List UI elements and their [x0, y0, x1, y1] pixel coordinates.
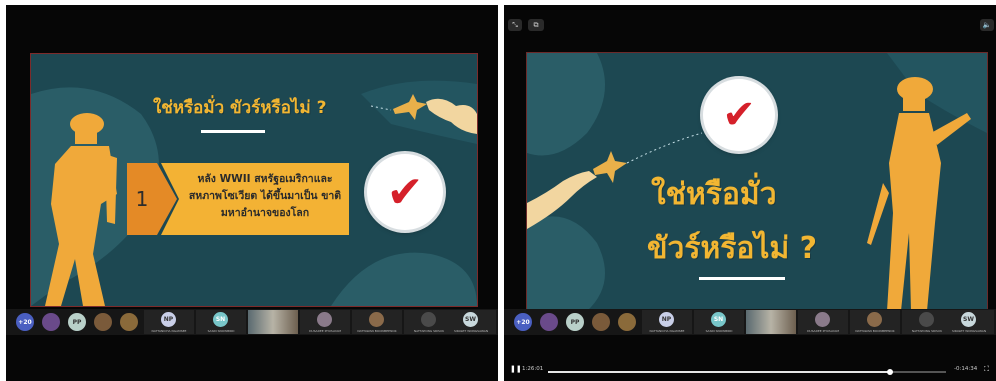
- participant-avatar[interactable]: [120, 313, 138, 331]
- avatar: NP: [161, 312, 176, 327]
- more-participants-badge[interactable]: +20: [514, 313, 532, 331]
- title-underline: [699, 277, 785, 280]
- participant-tile[interactable]: NATTAWAN BOONMEENOK: [850, 310, 900, 334]
- participant-tile[interactable]: DUSADEE PHUSAYAM: [798, 310, 848, 334]
- slide-title: ใช่หรือมั่ว ขัวร์หรือไม่ ?: [153, 98, 327, 118]
- avatar: NP: [659, 312, 674, 327]
- participant-avatar[interactable]: [592, 313, 610, 331]
- check-circle: ✔: [703, 79, 775, 151]
- participant-name: DUSADEE PHUSAYAM: [807, 329, 839, 333]
- participant-tile[interactable]: SN SASIN SNOWBIRD: [196, 310, 246, 334]
- participant-tile[interactable]: SW SIRAWIT WONGSAWAN: [446, 310, 496, 334]
- participant-avatar[interactable]: [540, 313, 558, 331]
- participant-tile[interactable]: NATTAWAN BOONMEENOK: [352, 310, 402, 334]
- participant-avatar[interactable]: [42, 313, 60, 331]
- participant-strip: +20 PP NP NATTANICHA NGAMSEE SN SASIN SN…: [6, 309, 498, 335]
- participant-video-tile[interactable]: [746, 310, 796, 334]
- check-mark-icon: ✔: [722, 92, 756, 138]
- question-number: 1: [127, 163, 157, 235]
- more-participants-badge[interactable]: +20: [16, 313, 34, 331]
- question-box: 1 หลัง WWII สหรัฐอเมริกาและ สหภาพโซเวียต…: [127, 163, 349, 235]
- video-player-controls: ❚❚ 1:26:01 -0:14:34 ⛶: [504, 363, 996, 381]
- avatar: [919, 312, 934, 327]
- avatar: SW: [961, 312, 976, 327]
- check-circle: ✔: [367, 154, 443, 230]
- title-underline: [201, 130, 265, 133]
- avatar: [815, 312, 830, 327]
- expand-icon[interactable]: ⤡: [508, 19, 522, 31]
- participant-name: NATTANICHA NGAMSEE: [649, 329, 685, 333]
- slide-title-line-1: ใช่หรือมั่ว: [651, 177, 777, 212]
- participant-avatar[interactable]: [94, 313, 112, 331]
- fullscreen-button[interactable]: ⛶: [984, 365, 989, 374]
- avatar: [421, 312, 436, 327]
- participant-name: NATTAWAN BOONMEENOK: [357, 329, 397, 333]
- avatar: [317, 312, 332, 327]
- question-text: หลัง WWII สหรัฐอเมริกาและ สหภาพโซเวียต ไ…: [188, 173, 342, 219]
- participant-name: SASIN SNOWBIRD: [705, 329, 733, 333]
- check-mark-icon: ✔: [386, 166, 424, 218]
- participant-tile[interactable]: DUSADEE PHUSAYAM: [300, 310, 350, 334]
- participant-strip: +20 PP NP NATTANICHA NGAMSEE SN SASIN SN…: [504, 309, 996, 335]
- volume-icon[interactable]: 🔈: [980, 19, 994, 31]
- avatar: [369, 312, 384, 327]
- participant-avatar[interactable]: [618, 313, 636, 331]
- elapsed-time: 1:26:01: [522, 366, 544, 372]
- participant-name: NATTAWAN BOONMEENOK: [855, 329, 895, 333]
- pause-button[interactable]: ❚❚: [510, 365, 522, 373]
- participant-name: DUSADEE PHUSAYAM: [309, 329, 341, 333]
- participant-avatar[interactable]: PP: [68, 313, 86, 331]
- camera-feed: [746, 310, 796, 334]
- participant-video-tile[interactable]: [248, 310, 298, 334]
- seek-progress: [548, 371, 891, 373]
- avatar: SW: [463, 312, 478, 327]
- participant-tile[interactable]: NP NATTANICHA NGAMSEE: [144, 310, 194, 334]
- presentation-slide: ✔ ใช่หรือมั่ว ขัวร์หรือไม่ ?: [526, 52, 988, 312]
- left-meeting-screen: ใช่หรือมั่ว ขัวร์หรือไม่ ? 1 หลัง WWII ส…: [6, 5, 498, 381]
- slide-title-line-2: ขัวร์หรือไม่ ?: [647, 231, 818, 266]
- participant-name: SASIN SNOWBIRD: [207, 329, 235, 333]
- participant-tile[interactable]: NP NATTANICHA NGAMSEE: [642, 310, 692, 334]
- seek-handle[interactable]: [887, 369, 894, 375]
- participant-avatar[interactable]: PP: [566, 313, 584, 331]
- remaining-time: -0:14:34: [954, 366, 978, 372]
- avatar: SN: [711, 312, 726, 327]
- participant-name: SIRAWIT WONGSAWAN: [453, 329, 489, 333]
- participant-tile[interactable]: SN SASIN SNOWBIRD: [694, 310, 744, 334]
- participant-name: SIRAWIT WONGSAWAN: [951, 329, 987, 333]
- avatar: [867, 312, 882, 327]
- pip-icon[interactable]: ⧉: [528, 19, 544, 31]
- question-text-box: หลัง WWII สหรัฐอเมริกาและ สหภาพโซเวียต ไ…: [161, 163, 349, 235]
- seek-bar[interactable]: [548, 369, 946, 375]
- presentation-slide: ใช่หรือมั่ว ขัวร์หรือไม่ ? 1 หลัง WWII ส…: [30, 53, 478, 307]
- right-meeting-screen: ⤡ ⧉ 🔈 ✔ ใช่หรือมั่ว ขัวร์หรือไม่ ? +20 P…: [504, 5, 996, 381]
- participant-name: NATTANICHA NGAMSEE: [151, 329, 187, 333]
- avatar: SN: [213, 312, 228, 327]
- participant-tile[interactable]: SW SIRAWIT WONGSAWAN: [944, 310, 994, 334]
- camera-feed: [248, 310, 298, 334]
